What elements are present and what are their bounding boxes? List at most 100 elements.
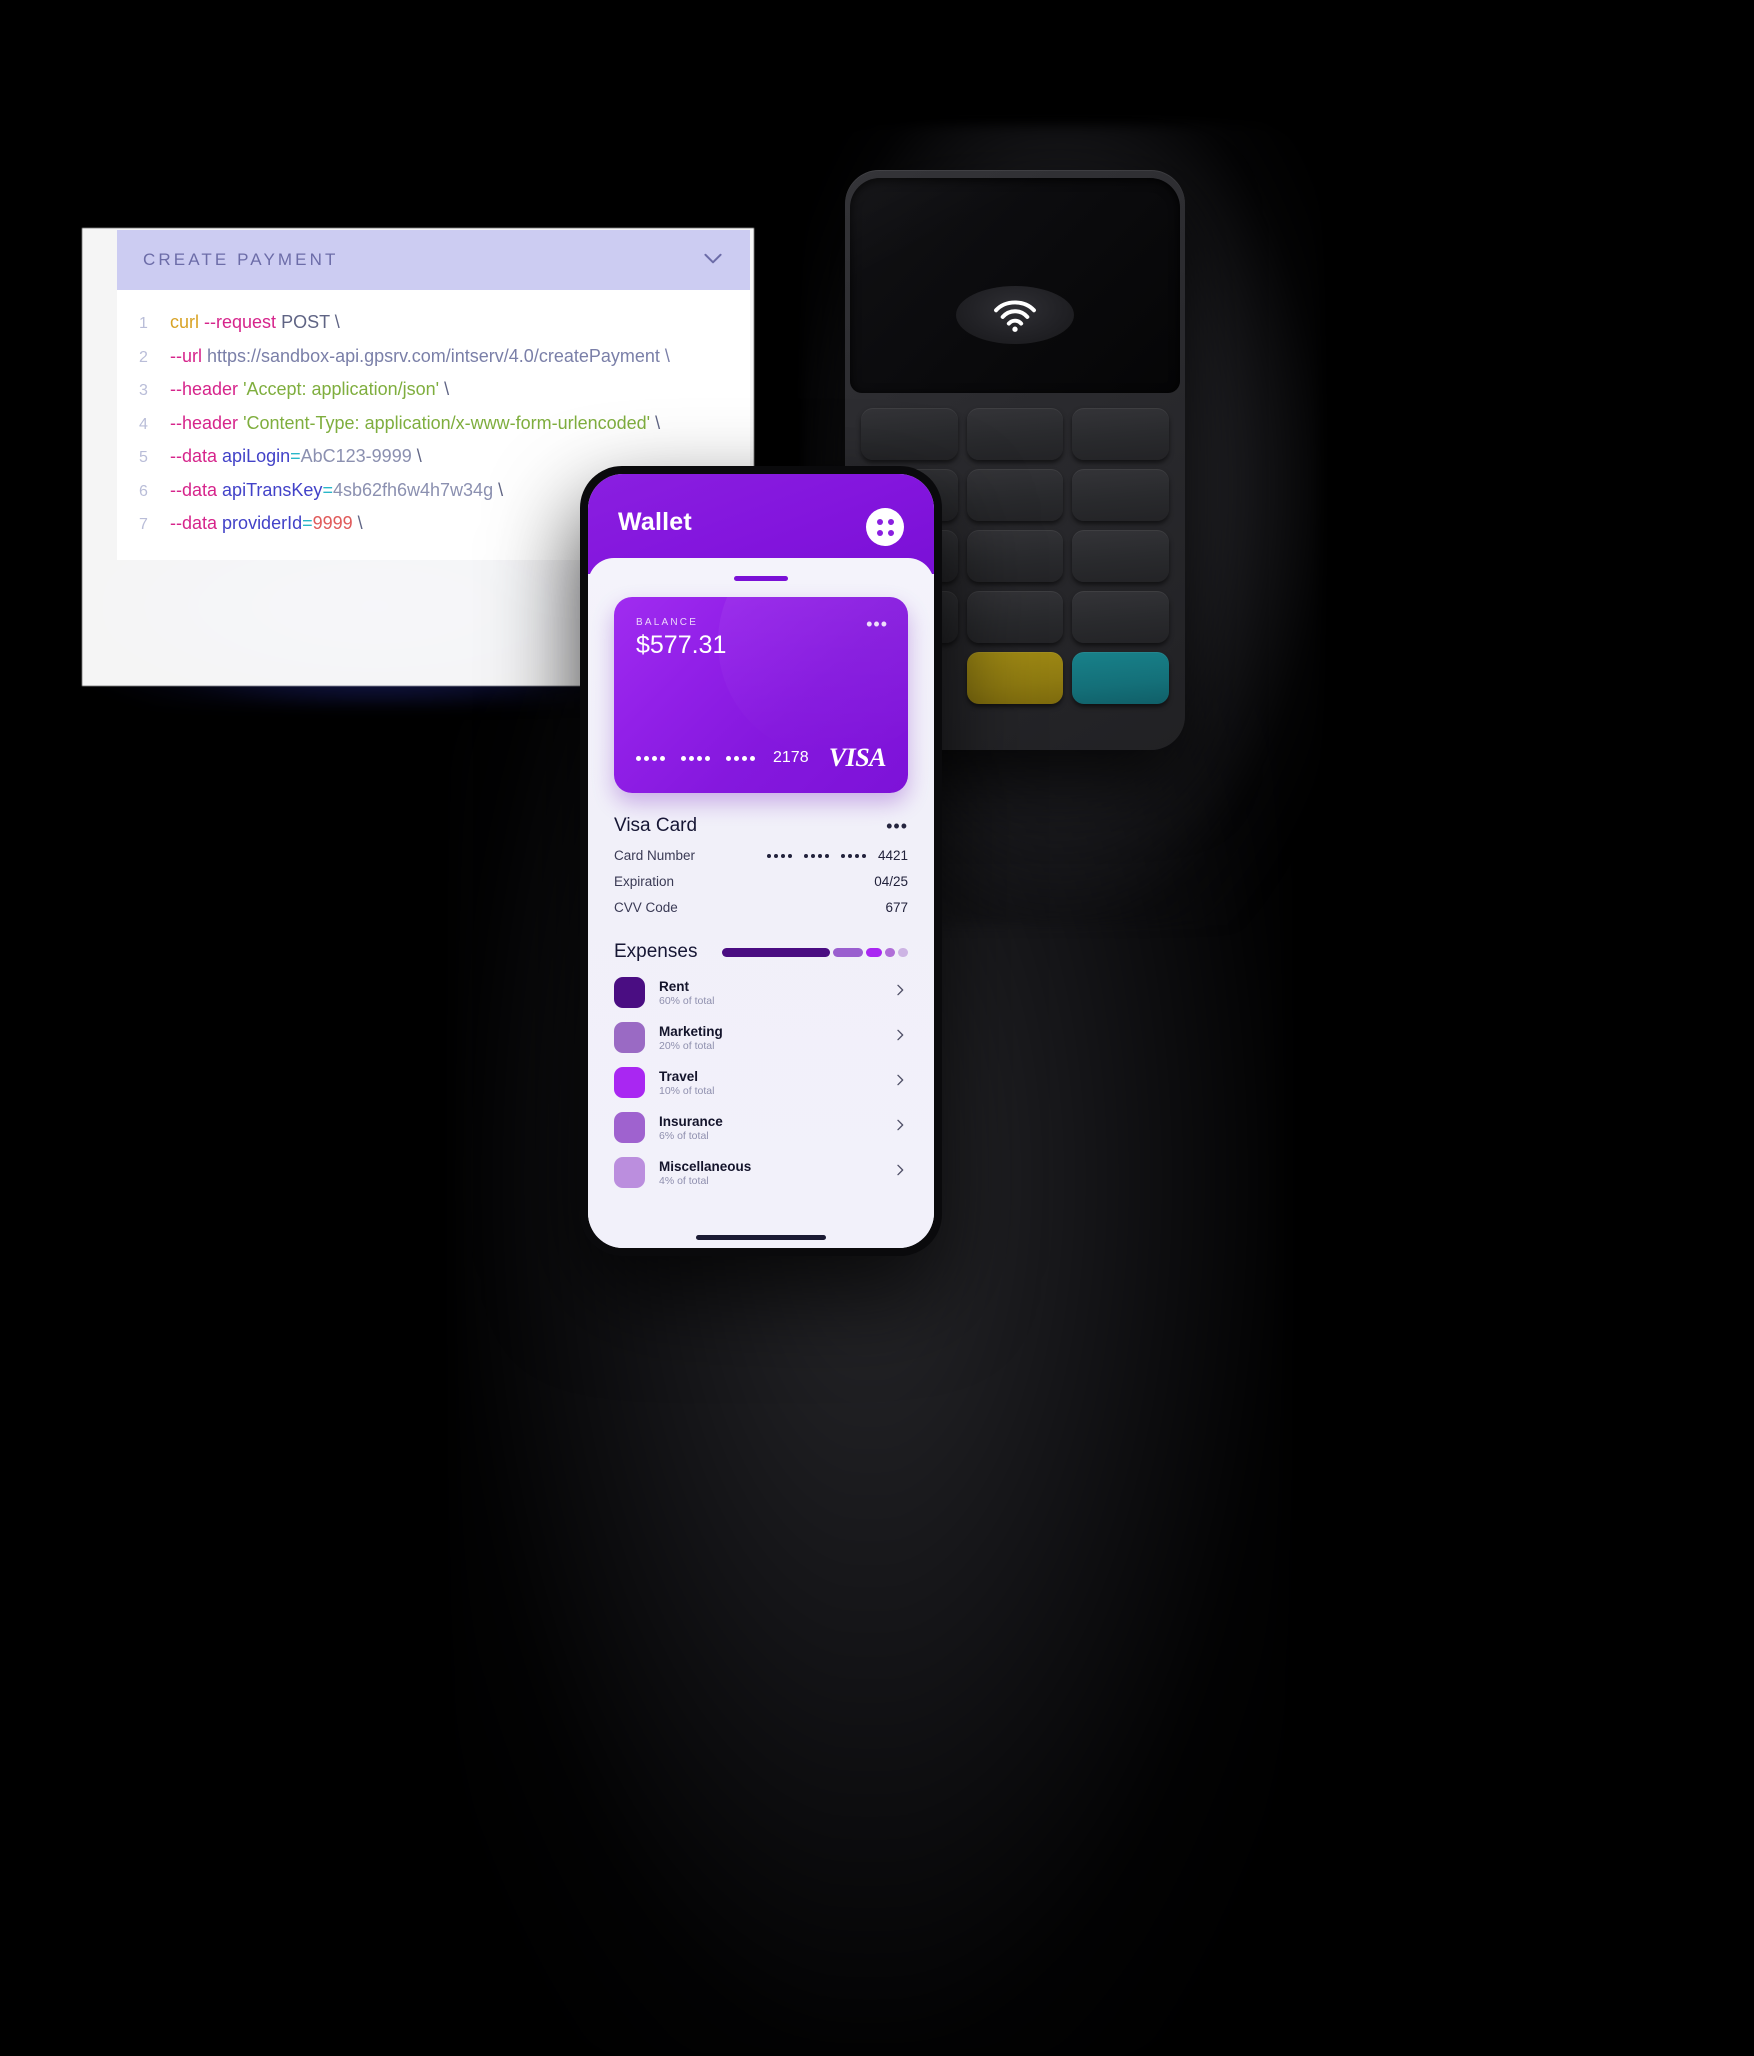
card-detail-value: 04/25: [874, 874, 908, 889]
expense-list-item[interactable]: Travel 10% of total: [614, 1067, 908, 1098]
card-detail-value: 677: [885, 900, 908, 915]
code-line: 2 --url https://sandbox-api.gpsrv.com/in…: [117, 346, 750, 380]
code-line: 4 --header 'Content-Type: application/x-…: [117, 413, 750, 447]
terminal-key[interactable]: [861, 408, 958, 460]
card-section-header: Visa Card •••: [614, 815, 908, 837]
chevron-right-icon[interactable]: [892, 1117, 908, 1138]
expense-list-item[interactable]: Insurance 6% of total: [614, 1112, 908, 1143]
expense-list-item[interactable]: Marketing 20% of total: [614, 1022, 908, 1053]
code-panel-header[interactable]: CREATE PAYMENT: [117, 230, 750, 290]
terminal-key-clear[interactable]: [966, 652, 1064, 704]
card-number-masked: 2178: [636, 749, 809, 767]
line-number: 7: [139, 516, 148, 533]
expense-text: Rent 60% of total: [659, 979, 878, 1007]
expense-color-swatch: [614, 1112, 645, 1143]
terminal-key[interactable]: [1072, 591, 1169, 643]
app-title: Wallet: [618, 508, 692, 536]
expenses-distribution-bar: [722, 947, 908, 957]
expenses-header: Expenses: [614, 941, 908, 963]
expense-text: Travel 10% of total: [659, 1069, 878, 1097]
expense-list-item[interactable]: Rent 60% of total: [614, 977, 908, 1008]
code-text: --url https://sandbox-api.gpsrv.com/ints…: [170, 345, 670, 366]
code-text: --data providerId=9999 \: [170, 513, 363, 533]
expense-text: Marketing 20% of total: [659, 1024, 878, 1052]
scene-root: CREATE PAYMENT 1 curl --request POST \ 2 -…: [0, 0, 1754, 2056]
line-number: 2: [139, 348, 148, 366]
visa-logo: VISA: [828, 743, 887, 772]
chevron-right-icon[interactable]: [892, 1072, 908, 1093]
code-panel-title: CREATE PAYMENT: [143, 250, 339, 269]
chevron-right-icon[interactable]: [892, 982, 908, 1003]
card-detail-label: Expiration: [614, 874, 675, 889]
home-indicator: [696, 1235, 826, 1240]
phone-screen: Wallet BALANCE $577.31 ••• 2178 VISA Vis…: [588, 474, 934, 1248]
expense-text: Miscellaneous 4% of total: [659, 1159, 878, 1187]
line-number: 5: [139, 449, 148, 466]
expense-color-swatch: [614, 1067, 645, 1098]
code-line: 1 curl --request POST \: [117, 312, 750, 346]
line-number: 1: [139, 315, 148, 332]
code-text: --header 'Content-Type: application/x-ww…: [170, 412, 661, 433]
code-text: --header 'Accept: application/json' \: [170, 379, 450, 399]
expense-color-swatch: [614, 1022, 645, 1053]
line-number: 4: [139, 415, 148, 433]
chevron-right-icon[interactable]: [892, 1027, 908, 1048]
expenses-title: Expenses: [614, 941, 698, 962]
expense-name: Rent: [659, 978, 689, 994]
code-text: curl --request POST \: [170, 312, 340, 332]
sheet-grabber[interactable]: [734, 576, 788, 581]
terminal-key[interactable]: [966, 530, 1064, 582]
card-detail-label: CVV Code: [614, 900, 678, 915]
balance-card[interactable]: BALANCE $577.31 ••• 2178 VISA: [614, 597, 908, 793]
expenses-list: Rent 60% of total Marketing 20% of total Tra…: [614, 977, 908, 1188]
card-details-rows: Card Number 4421 Expiration 04/25 CVV Code 67…: [614, 848, 908, 915]
expense-share: 20% of total: [659, 1039, 715, 1052]
terminal-key[interactable]: [1072, 408, 1169, 460]
terminal-key-enter[interactable]: [1072, 652, 1169, 704]
terminal-key[interactable]: [966, 408, 1064, 460]
expense-share: 6% of total: [659, 1129, 709, 1142]
terminal-screen: [850, 178, 1180, 393]
grid-dots-icon[interactable]: [866, 508, 904, 546]
terminal-key[interactable]: [1072, 530, 1169, 582]
distribution-segment: [866, 947, 882, 957]
expense-name: Travel: [659, 1068, 699, 1084]
contactless-wifi-icon: [956, 286, 1074, 344]
card-detail-label: Card Number: [614, 848, 696, 863]
terminal-key[interactable]: [1072, 469, 1169, 521]
expense-color-swatch: [614, 977, 645, 1008]
card-last4: 2178: [773, 749, 809, 766]
expense-share: 4% of total: [659, 1174, 709, 1187]
card-detail-value-masked: 4421: [766, 848, 908, 863]
distribution-segment: [898, 947, 908, 957]
wallet-sheet: BALANCE $577.31 ••• 2178 VISA Visa Card …: [588, 558, 934, 1248]
card-detail-row: CVV Code 677: [614, 900, 908, 915]
distribution-segment: [885, 947, 895, 957]
distribution-segment: [833, 947, 863, 957]
expense-name: Insurance: [659, 1113, 723, 1129]
card-more-icon[interactable]: •••: [866, 615, 888, 633]
card-detail-row: Card Number 4421: [614, 848, 908, 863]
expense-list-item[interactable]: Miscellaneous 4% of total: [614, 1157, 908, 1188]
expense-text: Insurance 6% of total: [659, 1114, 878, 1142]
chevron-down-icon[interactable]: [700, 245, 726, 276]
balance-amount: $577.31: [636, 631, 727, 659]
expense-name: Miscellaneous: [659, 1158, 752, 1174]
code-line: 3 --header 'Accept: application/json' \: [117, 379, 750, 413]
chevron-right-icon[interactable]: [892, 1162, 908, 1183]
terminal-key[interactable]: [966, 469, 1064, 521]
card-detail-value: 4421: [877, 848, 908, 863]
line-number: 6: [139, 482, 148, 500]
code-text: --data apiTransKey=4sb62fh6w4h7w34g \: [170, 479, 504, 500]
expense-share: 10% of total: [659, 1084, 715, 1097]
card-section-more-icon[interactable]: •••: [886, 816, 908, 837]
terminal-key[interactable]: [966, 591, 1064, 643]
wallet-phone: Wallet BALANCE $577.31 ••• 2178 VISA Vis…: [580, 466, 942, 1256]
expense-color-swatch: [614, 1157, 645, 1188]
card-section-title: Visa Card: [614, 815, 698, 836]
balance-label: BALANCE: [636, 617, 699, 628]
card-detail-row: Expiration 04/25: [614, 874, 908, 889]
code-text: --data apiLogin=AbC123-9999 \: [170, 446, 422, 466]
line-number: 3: [139, 382, 148, 399]
expense-name: Marketing: [659, 1023, 723, 1039]
